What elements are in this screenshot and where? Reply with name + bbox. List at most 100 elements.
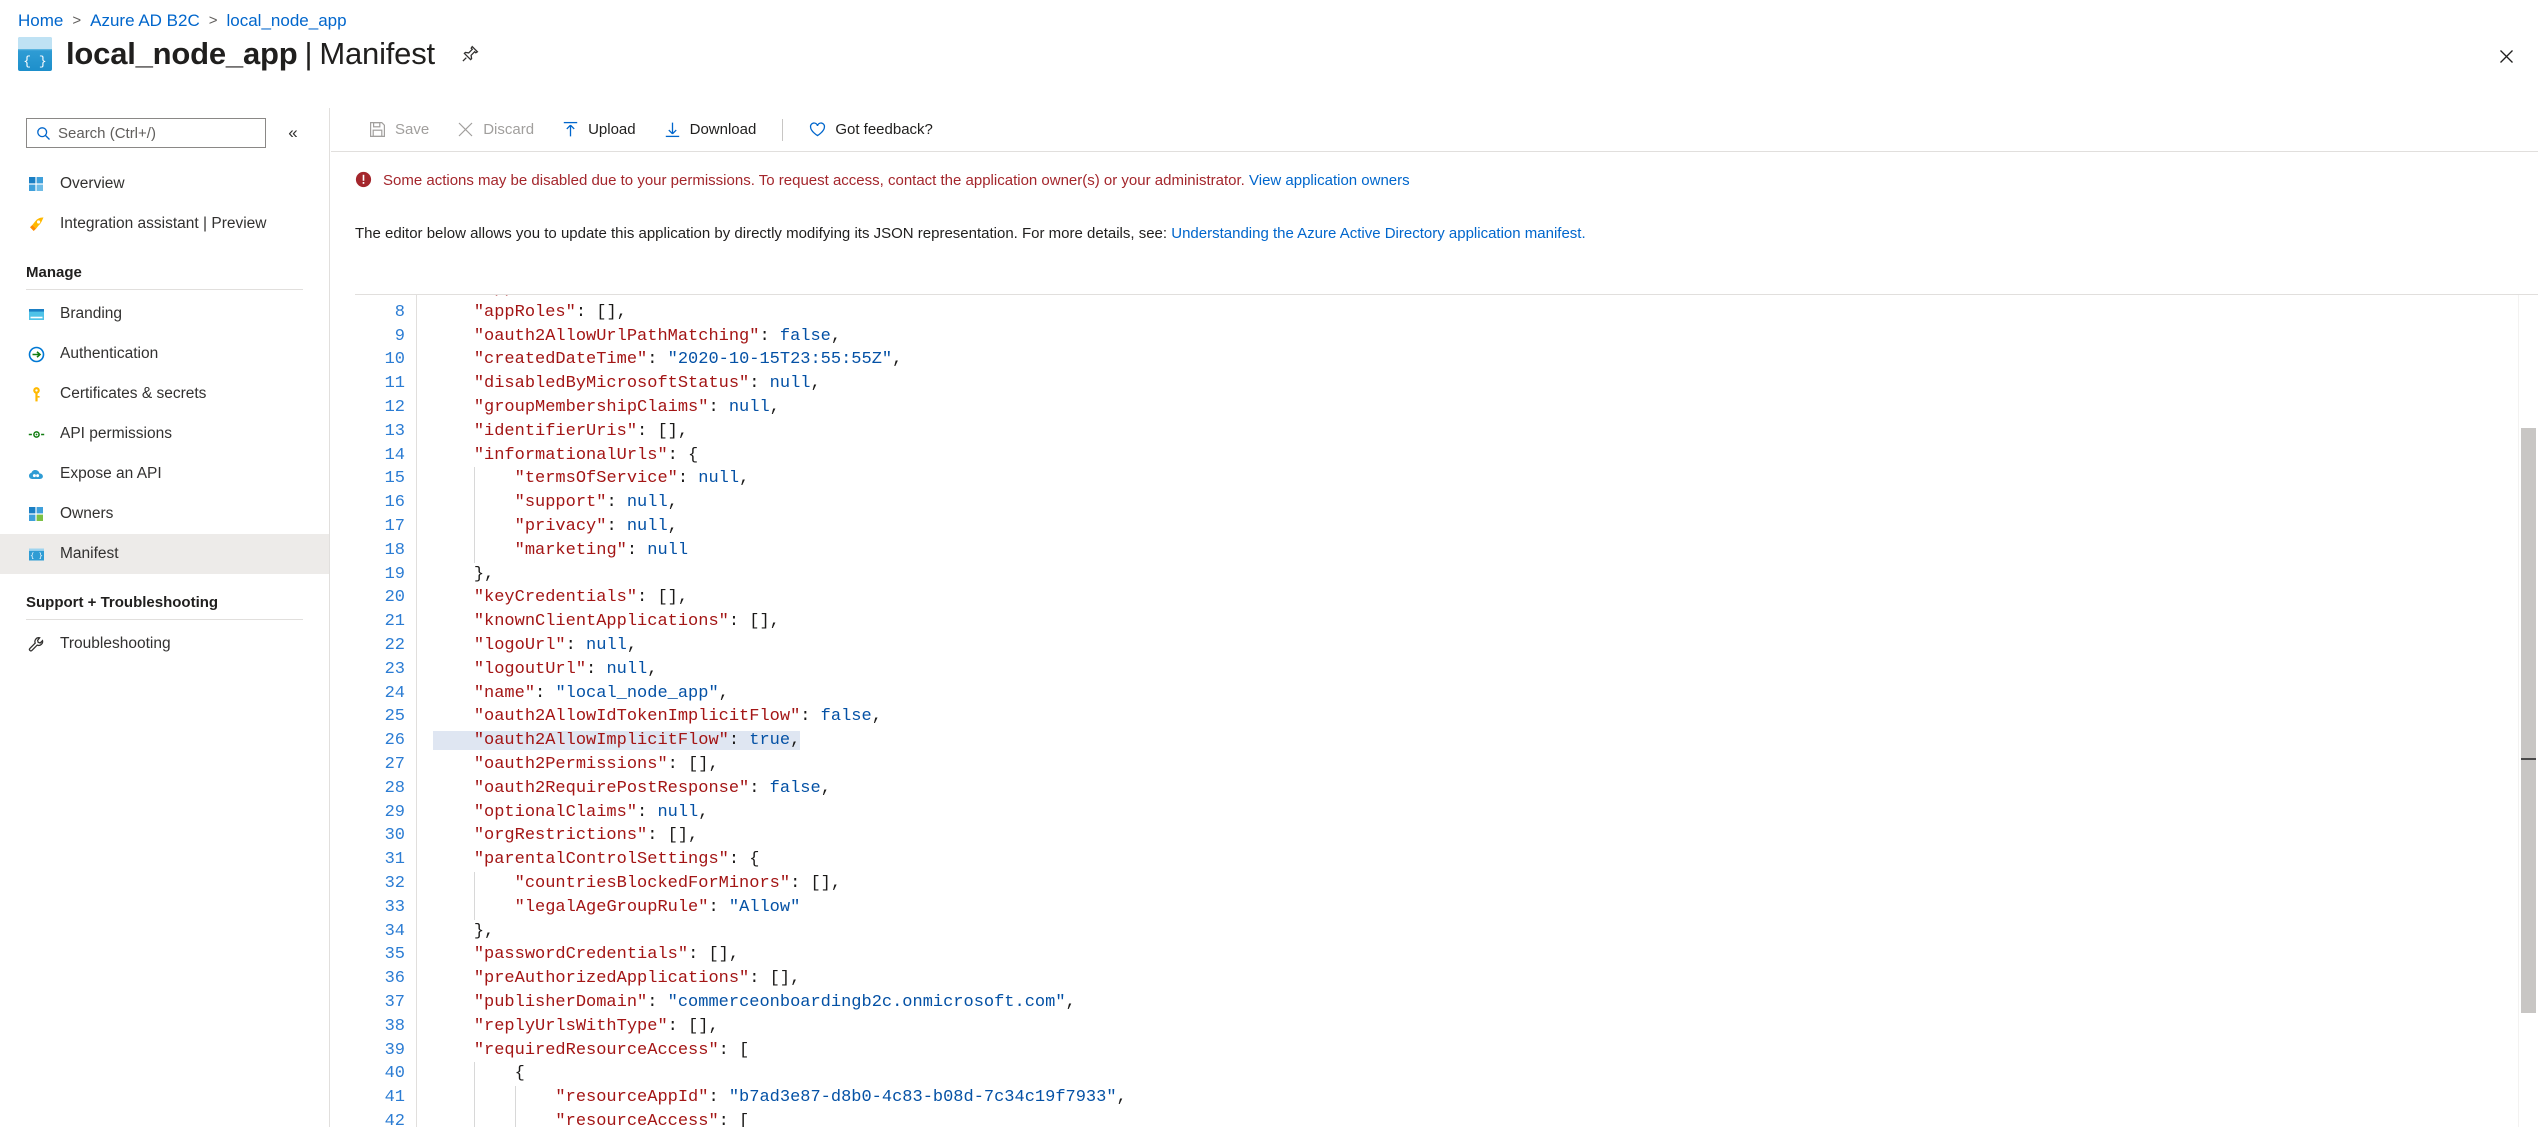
editor-token: null (647, 540, 689, 560)
description-text: The editor below allows you to update th… (355, 225, 1168, 242)
editor-line-number: 10 (384, 350, 405, 370)
editor-line-number: 38 (384, 1016, 405, 1036)
editor-line[interactable]: "legalAgeGroupRule": "Allow" (433, 896, 2538, 920)
editor-token: : (545, 295, 565, 298)
collapse-sidebar-icon[interactable]: « (280, 120, 306, 146)
editor-line-content: "support": null, (433, 493, 678, 512)
search-box[interactable] (26, 118, 266, 148)
close-icon[interactable] (2492, 42, 2520, 70)
editor-line[interactable]: "marketing": null (433, 539, 2538, 563)
editor-line[interactable]: "replyUrlsWithType": [], (433, 1015, 2538, 1039)
branding-icon (26, 304, 46, 324)
editor-token: "appId" (474, 295, 545, 298)
editor-code-area[interactable]: "appId": "29107420-1666-44d9-a6a6-166028… (417, 295, 2538, 1127)
sidebar-item-api-permissions[interactable]: API permissions (0, 414, 329, 454)
breadcrumb-item-azure-ad-b2c[interactable]: Azure AD B2C (90, 10, 200, 32)
editor-line[interactable]: "oauth2AllowImplicitFlow": true, (433, 729, 2538, 753)
editor-line[interactable]: "appRoles": [], (433, 301, 2538, 325)
editor-line[interactable]: "oauth2RequirePostResponse": false, (433, 777, 2538, 801)
sidebar-item-certificates-secrets[interactable]: Certificates & secrets (0, 374, 329, 414)
editor-token: "orgRestrictions" (473, 826, 648, 846)
editor-token: : (708, 897, 729, 917)
save-icon (369, 121, 386, 138)
got-feedback-button[interactable]: Got feedback? (795, 114, 947, 146)
rocket-icon (26, 214, 46, 234)
sidebar-item-owners[interactable]: Owners (0, 494, 329, 534)
editor-token: "countriesBlockedForMinors" (514, 873, 791, 893)
sidebar-item-label: Authentication (60, 345, 159, 362)
editor-scrollbar-thumb[interactable] (2521, 428, 2536, 1013)
editor-token: "requiredResourceAccess" (473, 1040, 719, 1060)
editor-token: , (892, 350, 903, 370)
editor-token: "legalAgeGroupRule" (514, 897, 709, 917)
editor-indent-guide (514, 1086, 516, 1127)
discard-button[interactable]: Discard (443, 114, 548, 146)
editor-line-number: 40 (384, 1064, 405, 1084)
editor-line[interactable]: }, (433, 563, 2538, 587)
upload-button[interactable]: Upload (548, 114, 650, 146)
view-application-owners-link[interactable]: View application owners (1249, 172, 1410, 189)
sidebar-group-support-troubleshooting: Support + Troubleshooting (26, 594, 219, 611)
editor-line[interactable]: "publisherDomain": "commerceonboardingb2… (433, 991, 2538, 1015)
editor-token: , (830, 326, 842, 346)
editor-line-number: 39 (384, 1040, 405, 1060)
editor-line[interactable]: "passwordCredentials": [], (433, 943, 2538, 967)
editor-line[interactable]: "requiredResourceAccess": [ (433, 1039, 2538, 1063)
editor-line[interactable]: "identifierUris": [], (433, 420, 2538, 444)
editor-token: , (943, 295, 953, 298)
editor-line[interactable]: "resourceAppId": "b7ad3e87-d8b0-4c83-b08… (433, 1086, 2538, 1110)
editor-vertical-scrollbar[interactable] (2518, 295, 2538, 1127)
editor-token: : (637, 802, 658, 822)
editor-line[interactable]: "oauth2AllowIdTokenImplicitFlow": false, (433, 705, 2538, 729)
editor-line[interactable]: "disabledByMicrosoftStatus": null, (433, 372, 2538, 396)
editor-token: "createdDateTime" (473, 350, 648, 370)
manifest-editor[interactable]: 78 9 10 11 12 13 14 15 16 17 18 19 20 21 22 23 24 25 26 27 2… (355, 294, 2538, 1127)
editor-token: : [], (637, 421, 689, 441)
sidebar-item-integration-assistant[interactable]: Integration assistant | Preview (0, 204, 329, 244)
download-button[interactable]: Download (650, 114, 771, 146)
sidebar-item-authentication[interactable]: Authentication (0, 334, 329, 374)
editor-line[interactable]: "keyCredentials": [], (433, 586, 2538, 610)
editor-line[interactable]: "logoUrl": null, (433, 634, 2538, 658)
editor-line[interactable]: "resourceAccess": [ (433, 1110, 2538, 1127)
editor-line[interactable]: "appId": "29107420-1666-44d9-a6a6-166028… (433, 295, 2538, 301)
editor-line[interactable]: "oauth2Permissions": [], (433, 753, 2538, 777)
breadcrumb-item-home[interactable]: Home (18, 10, 63, 32)
editor-line-content: "keyCredentials": [], (433, 588, 688, 607)
sidebar-item-manifest[interactable]: { } Manifest (0, 534, 329, 574)
editor-line[interactable]: "groupMembershipClaims": null, (433, 396, 2538, 420)
pin-icon[interactable] (457, 41, 483, 67)
editor-line[interactable]: "termsOfService": null, (433, 467, 2538, 491)
editor-line[interactable]: { (433, 1062, 2538, 1086)
editor-line[interactable]: "countriesBlockedForMinors": [], (433, 872, 2538, 896)
editor-line[interactable]: "orgRestrictions": [], (433, 824, 2538, 848)
editor-line[interactable]: "knownClientApplications": [], (433, 610, 2538, 634)
editor-line[interactable]: "privacy": null, (433, 515, 2538, 539)
editor-line[interactable]: "logoutUrl": null, (433, 658, 2538, 682)
breadcrumb-item-local-node-app[interactable]: local_node_app (227, 10, 347, 32)
sidebar-item-branding[interactable]: Branding (0, 294, 329, 334)
sidebar-item-overview[interactable]: Overview (0, 164, 329, 204)
editor-line[interactable]: "informationalUrls": { (433, 444, 2538, 468)
editor-line[interactable]: "preAuthorizedApplications": [], (433, 967, 2538, 991)
manifest-docs-link[interactable]: Understanding the Azure Active Directory… (1171, 225, 1585, 242)
editor-line[interactable]: "parentalControlSettings": { (433, 848, 2538, 872)
sidebar-item-expose-an-api[interactable]: Expose an API (0, 454, 329, 494)
editor-line[interactable]: }, (433, 920, 2538, 944)
editor-line-number: 17 (384, 516, 405, 536)
editor-token: null (606, 659, 648, 679)
sidebar-item-troubleshooting[interactable]: Troubleshooting (0, 624, 329, 664)
editor-token: "termsOfService" (514, 469, 678, 489)
editor-line-content: "replyUrlsWithType": [], (433, 1017, 719, 1036)
editor-line[interactable]: "name": "local_node_app", (433, 682, 2538, 706)
editor-line-content: "disabledByMicrosoftStatus": null, (433, 374, 821, 393)
save-button[interactable]: Save (355, 114, 443, 146)
editor-line-number: 41 (384, 1088, 405, 1108)
editor-line-number: 8 (394, 302, 405, 322)
editor-line[interactable]: "createdDateTime": "2020-10-15T23:55:55Z… (433, 348, 2538, 372)
editor-line[interactable]: "optionalClaims": null, (433, 801, 2538, 825)
editor-line[interactable]: "oauth2AllowUrlPathMatching": false, (433, 325, 2538, 349)
editor-line[interactable]: "support": null, (433, 491, 2538, 515)
manifest-editor-inner: 78 9 10 11 12 13 14 15 16 17 18 19 20 21 22 23 24 25 26 27 2… (355, 295, 2538, 1127)
search-input[interactable] (58, 119, 265, 147)
